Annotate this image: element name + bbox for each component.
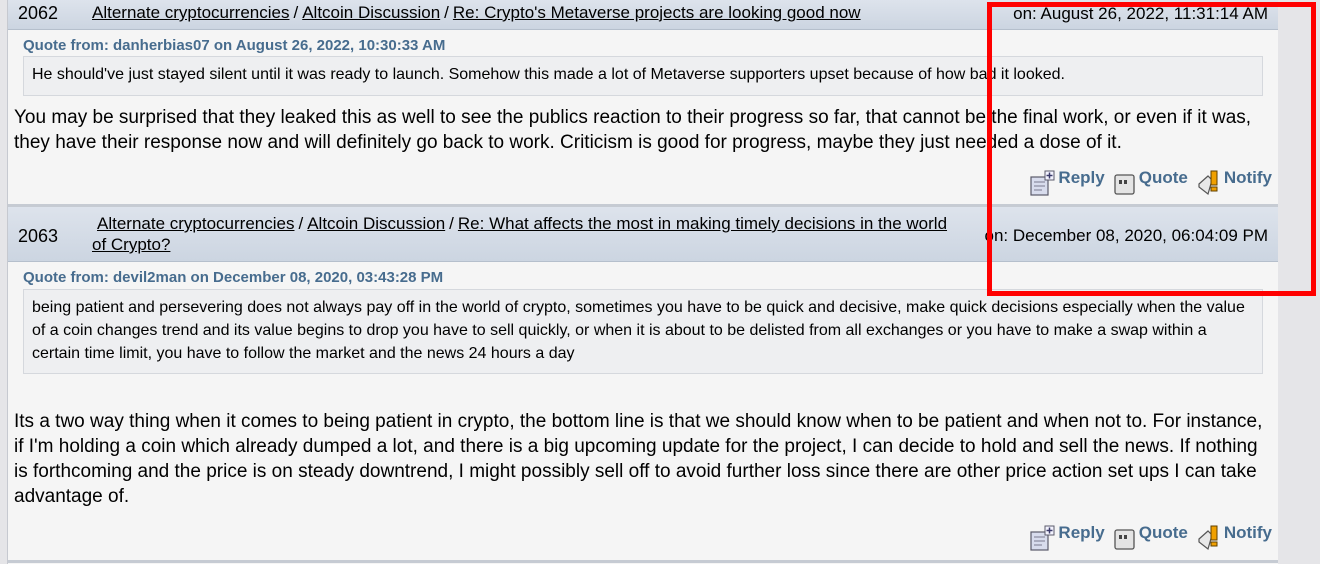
- post-number: 2062: [18, 3, 59, 23]
- quote-header[interactable]: Quote from: danherbias07 on August 26, 2…: [23, 37, 445, 54]
- quote-header[interactable]: Quote from: devil2man on December 08, 20…: [23, 269, 443, 286]
- post-divider: [8, 560, 1278, 563]
- board-link[interactable]: Alternate cryptocurrencies: [92, 3, 289, 22]
- topic-link[interactable]: Re: Crypto's Metaverse projects are look…: [453, 3, 861, 22]
- breadcrumb: Alternate cryptocurrencies / Altcoin Discu…: [92, 214, 948, 254]
- quote-text: being patient and persevering does not a…: [23, 289, 1263, 374]
- breadcrumb: Alternate cryptocurrencies / Altcoin Discu…: [92, 3, 861, 22]
- quote-icon: [1114, 529, 1135, 550]
- highlight-box: [987, 2, 1316, 296]
- reply-button[interactable]: Reply: [1030, 523, 1105, 551]
- quote-button[interactable]: Quote: [1113, 523, 1188, 551]
- subboard-link[interactable]: Altcoin Discussion: [302, 3, 440, 22]
- notify-icon: [1198, 525, 1218, 551]
- post-number: 2063: [18, 226, 59, 246]
- notify-button[interactable]: Notify: [1196, 523, 1272, 551]
- board-link[interactable]: Alternate cryptocurrencies: [97, 214, 294, 233]
- post-body: Its a two way thing when it comes to bei…: [14, 411, 1263, 507]
- post-actions: Reply Quote Notify: [1030, 523, 1272, 551]
- reply-label: Reply: [1058, 523, 1105, 542]
- quote-label: Quote: [1138, 523, 1188, 542]
- notify-label: Notify: [1223, 523, 1272, 542]
- subboard-link[interactable]: Altcoin Discussion: [307, 214, 445, 233]
- reply-icon: [1030, 525, 1055, 551]
